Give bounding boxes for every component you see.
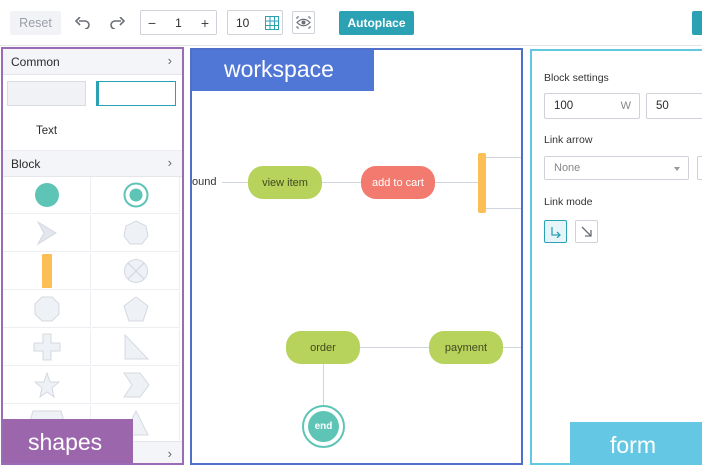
shape-octagon[interactable] [3, 291, 91, 328]
connector-line[interactable] [322, 182, 361, 183]
star-icon [33, 372, 60, 398]
shape-triangle-right[interactable] [92, 329, 180, 366]
link-mode-straight-button[interactable] [575, 220, 598, 243]
link-arrow-secondary-select[interactable] [697, 156, 702, 180]
scale-decrease-button[interactable]: − [141, 15, 163, 31]
link-mode-orthogonal-button[interactable] [544, 220, 567, 243]
connector-line[interactable] [482, 208, 521, 209]
redo-icon[interactable] [106, 12, 128, 34]
chevron-shape-icon [122, 372, 150, 398]
link-arrow-select[interactable]: None [544, 156, 689, 180]
toolbar: Reset − 1 + 10 Autoplace [0, 0, 702, 46]
connector-line[interactable] [323, 364, 324, 406]
node-payment[interactable]: payment [429, 331, 503, 364]
filled-circle-icon [34, 183, 59, 207]
form-tag: form [570, 422, 702, 463]
elbow-arrow-icon [550, 226, 561, 238]
node-add-to-cart[interactable]: add to cart [361, 166, 435, 199]
height-input[interactable]: 50 [646, 93, 702, 119]
link-arrow-value: None [554, 162, 581, 174]
shape-heptagon[interactable] [92, 215, 180, 252]
block-settings-label: Block settings [544, 72, 609, 84]
grid-step-input[interactable]: 10 [227, 10, 283, 35]
autoplace-button[interactable]: Autoplace [339, 11, 414, 35]
link-arrow-label: Link arrow [544, 134, 593, 146]
chevron-down-icon [674, 167, 680, 171]
shape-chevron[interactable] [92, 367, 180, 404]
height-value[interactable]: 50 [656, 100, 669, 112]
cross-circle-icon [123, 259, 148, 283]
connector-line[interactable] [482, 157, 521, 158]
scale-increase-button[interactable]: + [194, 15, 216, 31]
workspace-tag: workspace [192, 50, 374, 91]
shape-rectangle[interactable] [7, 81, 86, 106]
shape-end[interactable] [92, 177, 180, 214]
common-section-title: Common [11, 55, 60, 69]
shape-plus[interactable] [3, 329, 91, 366]
width-input[interactable]: 100 W [544, 93, 640, 119]
shapes-panel: Common › Text Block › › shapes [1, 47, 184, 465]
connector-line[interactable] [435, 182, 478, 183]
shape-star[interactable] [3, 367, 91, 404]
arrow-shape-icon [36, 220, 57, 246]
block-section-header[interactable]: Block › [3, 151, 182, 177]
grid-step-value[interactable]: 10 [236, 16, 249, 30]
plus-shape-icon [33, 333, 60, 361]
width-suffix: W [620, 100, 631, 112]
node-found[interactable]: ound [192, 171, 222, 193]
shape-text[interactable]: Text [3, 113, 182, 151]
form-panel: Block settings 100 W 50 Link arrow None … [530, 49, 702, 465]
workspace-panel[interactable]: workspace ound view item add to cart ord… [190, 48, 523, 465]
scale-value[interactable]: 1 [163, 16, 194, 30]
octagon-icon [34, 296, 59, 322]
right-triangle-icon [124, 334, 149, 360]
scale-stepper[interactable]: − 1 + [140, 10, 217, 35]
eye-icon [296, 16, 311, 29]
vertical-bar-icon [41, 254, 52, 288]
preview-button[interactable] [292, 11, 315, 34]
shapes-tag: shapes [3, 419, 133, 463]
connector-line[interactable] [502, 347, 521, 348]
chevron-right-icon: › [167, 53, 172, 68]
connector-line[interactable] [222, 182, 248, 183]
ring-circle-icon [123, 182, 148, 208]
heptagon-icon [122, 220, 149, 245]
shape-bar[interactable] [3, 253, 91, 290]
node-split-bar[interactable] [478, 153, 486, 213]
node-order[interactable]: order [286, 331, 360, 364]
undo-icon[interactable] [72, 12, 94, 34]
connector-line[interactable] [359, 347, 429, 348]
node-view-item[interactable]: view item [248, 166, 322, 199]
block-section-title: Block [11, 157, 41, 171]
link-mode-label: Link mode [544, 196, 593, 208]
chevron-right-icon: › [167, 446, 172, 461]
common-section-header[interactable]: Common › [3, 49, 182, 75]
shape-pentagon[interactable] [92, 291, 180, 328]
shape-arrow[interactable] [3, 215, 91, 252]
diagonal-arrow-icon [581, 226, 592, 237]
width-value[interactable]: 100 [554, 100, 573, 112]
node-end-label: end [308, 411, 339, 442]
shape-start[interactable] [3, 177, 91, 214]
shape-card[interactable] [96, 81, 176, 106]
reset-button[interactable]: Reset [10, 11, 61, 35]
chevron-right-icon: › [167, 155, 172, 170]
toolbar-action-button[interactable] [692, 11, 702, 35]
shape-cross-circle[interactable] [92, 253, 180, 290]
grid-icon[interactable] [265, 16, 279, 30]
node-end[interactable]: end [302, 405, 345, 448]
pentagon-icon [122, 296, 149, 322]
